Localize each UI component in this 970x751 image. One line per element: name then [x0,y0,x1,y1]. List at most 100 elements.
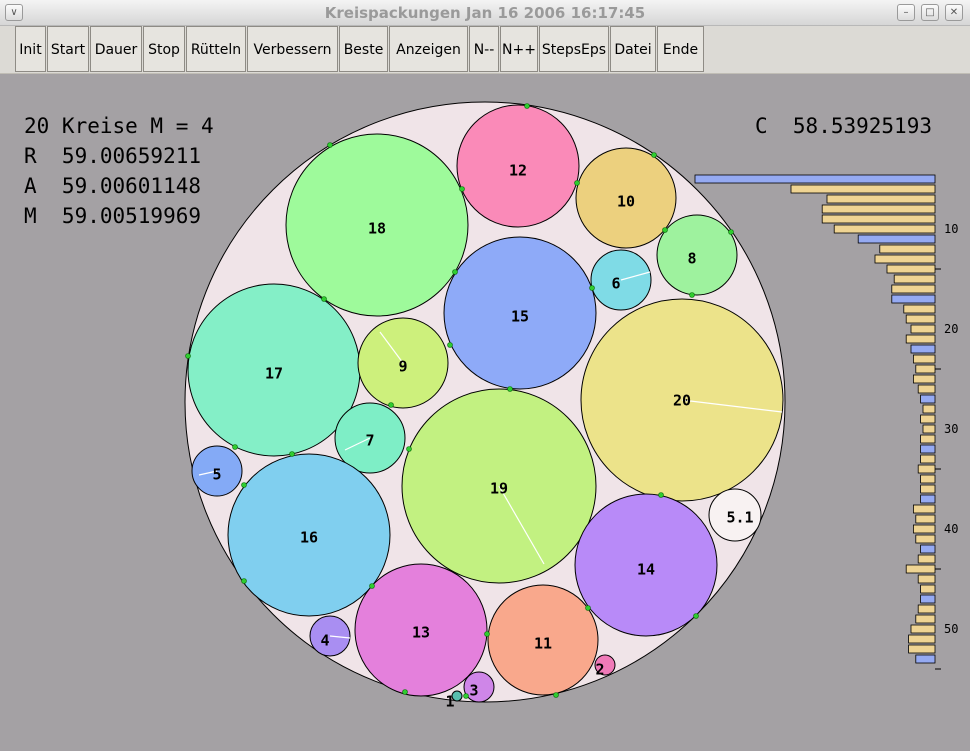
verbessern-button[interactable]: Verbessern [247,26,338,72]
histogram-bar [905,564,936,574]
histogram-bar [915,614,936,624]
histogram-bar [915,514,936,524]
circle-label: 13 [412,624,430,642]
histogram-bar [908,634,936,644]
histogram-bar [917,384,936,394]
histogram-bar [920,434,936,444]
init-button[interactable]: Init [15,26,46,72]
histogram-bar [920,594,936,604]
dauer-button[interactable]: Dauer [90,26,142,72]
histogram-bar [891,294,936,304]
histogram-bar [790,184,936,194]
histogram-bar [920,584,936,594]
stepseps-button[interactable]: StepsEps [539,26,609,72]
circle-label: 4 [320,632,329,650]
histogram-ticks: 10 20 30 40 50 [944,222,958,636]
n-minus-button[interactable]: N-- [469,26,499,72]
histogram-tick: 30 [944,422,958,436]
histogram-bar [915,654,936,664]
circle-label: 15 [511,308,529,326]
circle-label: 10 [617,193,635,211]
close-icon[interactable]: ✕ [945,4,963,21]
histogram-bar [694,174,936,184]
circle-label: 19 [490,480,508,498]
histogram-bar [879,244,936,254]
histogram-bar [891,284,936,294]
histogram-bar [917,604,936,614]
circle-label: 5 [212,466,221,484]
c-value-text: C 58.53925193 [755,114,932,138]
histogram-bar [905,334,936,344]
ende-button[interactable]: Ende [657,26,704,72]
histogram-bar [920,484,936,494]
histogram-bar [920,544,936,554]
start-button[interactable]: Start [47,26,89,72]
histogram-bar [910,624,936,634]
histogram-bar [917,574,936,584]
histogram-bar [893,274,936,284]
ruetteln-button[interactable]: Rütteln [186,26,246,72]
toolbar: Init Start Dauer Stop Rütteln Verbessern… [0,26,970,74]
circle-label: 20 [673,392,691,410]
histogram-tick: 20 [944,322,958,336]
a-value-text: A 59.00601148 [24,174,201,198]
histogram-bar [826,194,936,204]
histogram-bar [908,644,936,654]
histogram-tick: 10 [944,222,958,236]
histogram-bar [910,344,936,354]
circle-8 [656,214,738,296]
histogram-bar [913,504,936,514]
histogram-bar [913,354,936,364]
histogram-bar [821,214,936,224]
histogram-bar [915,364,936,374]
circle-label: 16 [300,529,318,547]
maximize-icon[interactable]: □ [921,4,939,21]
r-value-text: R 59.00659211 [24,144,201,168]
histogram-bar [920,444,936,454]
circle-label: 17 [265,365,283,383]
window-title: Kreispackungen Jan 16 2006 16:17:45 [324,4,646,22]
circle-label: 3 [469,682,478,700]
circle-label: 1 [445,693,454,711]
circle-label: 6 [611,275,620,293]
histogram-bar [920,454,936,464]
histogram-bar [903,304,936,314]
circle-label: 11 [534,635,552,653]
histogram-bar [913,374,936,384]
anzeigen-button[interactable]: Anzeigen [389,26,468,72]
m-value-text: M 59.00519969 [24,204,201,228]
histogram-bar [922,404,936,414]
packing-svg: 18 12 10 8 6 15 17 9 20 7 5 19 16 5.1 14… [24,101,958,711]
histogram-bar [886,264,936,274]
circle-label: 14 [637,561,655,579]
stop-button[interactable]: Stop [143,26,185,72]
histogram-bar [920,414,936,424]
n-plus-button[interactable]: N++ [500,26,538,72]
histogram-bar [920,494,936,504]
circle-label: 2 [595,661,604,679]
histogram-bar [915,534,936,544]
beste-button[interactable]: Beste [339,26,388,72]
histogram-bar [917,464,936,474]
histogram-bar [833,224,936,234]
circle-label: 8 [687,250,696,268]
histogram-bar [917,554,936,564]
histogram-bar [913,524,936,534]
histogram-bar [920,474,936,484]
histogram-tick: 40 [944,522,958,536]
circle-label: 18 [368,220,386,238]
circle-label: 9 [398,358,407,376]
drawing-canvas[interactable]: 18 12 10 8 6 15 17 9 20 7 5 19 16 5.1 14… [6,74,964,745]
minimize-icon[interactable]: – [897,4,915,21]
title-bar: ∨ Kreispackungen Jan 16 2006 16:17:45 – … [0,0,970,26]
histogram-bar [821,204,936,214]
datei-button[interactable]: Datei [610,26,656,72]
histogram-bar [922,424,936,434]
histogram-bar [857,234,936,244]
histogram-bar [920,394,936,404]
histogram-tick: 50 [944,622,958,636]
histogram-bar [905,314,936,324]
circle-label: 5.1 [726,509,753,527]
histogram-bar [910,324,936,334]
circle-count-text: 20 Kreise M = 4 [24,114,214,138]
